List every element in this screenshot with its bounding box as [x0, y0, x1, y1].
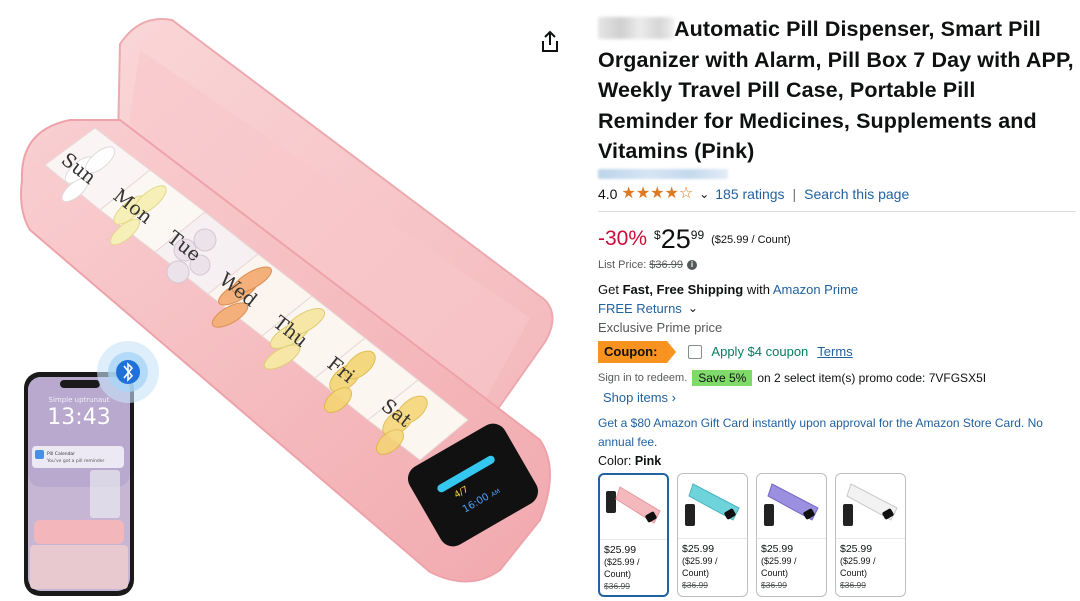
phone-notice-title: Pill Calendar — [47, 451, 75, 457]
exclusive-prime-price: Exclusive Prime price — [598, 319, 723, 335]
rating-row: 4.0 ★ ★ ★ ★ ☆ ⌄ 185 ratings | Search thi… — [598, 185, 1076, 203]
list-price: List Price: $36.99 i — [598, 259, 1076, 271]
store-link-blurred[interactable] — [598, 168, 728, 179]
phone-top-text: Simple uptrunaut — [49, 396, 110, 404]
color-selected-value: Pink — [634, 453, 662, 468]
list-price-value: $36.99 — [649, 258, 683, 271]
price-per-unit: ($25.99 / Count) — [711, 233, 791, 246]
returns-row[interactable]: FREE Returns ⌄ — [598, 301, 1076, 316]
price-whole: 25 — [660, 223, 691, 254]
swatch-list-price: $36.99 — [761, 579, 787, 590]
save-badge: Save 5% — [692, 369, 753, 386]
share-icon[interactable] — [539, 30, 561, 54]
chevron-down-icon[interactable]: ⌄ — [688, 301, 698, 315]
amazon-prime-link[interactable]: Amazon Prime — [773, 282, 858, 297]
swatch-purple[interactable]: $25.99 ($25.99 / Count) $36.99 — [756, 472, 827, 597]
product-title: Automatic Pill Dispenser, Smart Pill Org… — [598, 17, 1074, 163]
swatch-price: $25.99 — [840, 542, 873, 555]
star-icon: ★ — [635, 184, 651, 202]
brand-name-blurred — [598, 17, 674, 39]
price-symbol: $ — [654, 227, 661, 242]
swatch-list-price: $36.99 — [604, 580, 630, 591]
swatch-white[interactable]: $25.99 ($25.99 / Count) $36.99 — [835, 472, 906, 597]
signin-to-redeem[interactable]: Sign in to redeem. — [598, 372, 687, 384]
coupon-row: Coupon: Apply $4 coupon Terms — [598, 340, 1076, 363]
pill-dispenser-illustration: Sun Mon Tue Wed Thu Fri Sat 4/7 16:00 AM — [20, 18, 554, 596]
list-price-label: List Price: — [598, 258, 647, 271]
apply-coupon-label[interactable]: Apply $4 coupon — [711, 344, 808, 359]
swatch-price: $25.99 — [604, 543, 637, 556]
shipping-with: with — [746, 281, 770, 297]
star-icon: ★ — [664, 184, 679, 202]
star-icon: ★ — [621, 184, 636, 202]
discount-percent: -30% — [598, 226, 648, 250]
swatch-thumbnail — [678, 474, 747, 539]
free-returns-link[interactable]: FREE Returns — [598, 301, 682, 316]
color-label: Color: Pink — [598, 454, 1076, 468]
gift-card-offer[interactable]: Get a $80 Amazon Gift Card instantly upo… — [598, 414, 1076, 452]
info-icon[interactable]: i — [686, 259, 697, 270]
coupon-terms-link[interactable]: Terms — [817, 344, 852, 359]
search-page-link[interactable]: Search this page — [804, 186, 909, 202]
price-fraction: 99 — [690, 227, 705, 242]
divider: | — [792, 185, 797, 202]
chevron-down-icon[interactable]: ⌄ — [699, 187, 709, 201]
swatch-thumbnail — [757, 474, 826, 539]
divider — [598, 210, 1076, 212]
shipping-info: Get Fast, Free Shipping with Amazon Prim… — [598, 282, 1076, 297]
swatch-unit: ($25.99 / Count) — [604, 556, 640, 579]
shipping-fast: Fast, Free Shipping — [622, 281, 744, 297]
shipping-get: Get — [598, 281, 619, 297]
swatch-unit: ($25.99 / Count) — [761, 555, 797, 578]
coupon-checkbox[interactable] — [688, 344, 703, 359]
phone-notice-body: You've got a pill reminder — [46, 458, 105, 464]
swatch-price: $25.99 — [682, 542, 715, 555]
price-row: -30% $ 25 99 ($25.99 / Count) — [598, 223, 1076, 254]
swatch-blue[interactable]: $25.99 ($25.99 / Count) $36.99 — [677, 472, 748, 597]
swatch-list-price: $36.99 — [840, 579, 866, 590]
swatch-pink[interactable]: $25.99 ($25.99 / Count) $36.99 — [598, 472, 669, 597]
promo-code-text: on 2 select item(s) promo code: 7VFGSX5I — [757, 370, 987, 385]
promo-row: Sign in to redeem. Save 5% on 2 select i… — [598, 369, 1076, 386]
shop-items-link[interactable]: Shop items › — [603, 390, 1076, 405]
phone-clock: 13:43 — [47, 405, 110, 430]
current-price: $ 25 99 — [654, 223, 705, 254]
swatch-thumbnail — [836, 474, 905, 539]
swatch-unit: ($25.99 / Count) — [682, 555, 718, 578]
swatch-thumbnail — [600, 475, 667, 540]
phone-mockup: Simple uptrunaut 13:43 Pill Calendar You… — [24, 341, 159, 596]
swatch-list-price: $36.99 — [682, 579, 708, 590]
rating-value: 4.0 — [598, 185, 618, 202]
swatch-price: $25.99 — [761, 542, 794, 555]
color-label-text: Color: — [598, 453, 632, 468]
coupon-badge: Coupon: — [598, 340, 677, 363]
star-icon: ★ — [650, 184, 665, 202]
swatch-unit: ($25.99 / Count) — [840, 555, 876, 578]
color-swatches: $25.99 ($25.99 / Count) $36.99 $25.99 ($… — [598, 472, 1076, 597]
star-empty-icon: ☆ — [678, 184, 694, 202]
product-details: Automatic Pill Dispenser, Smart Pill Org… — [598, 14, 1076, 597]
star-rating[interactable]: ★ ★ ★ ★ ☆ — [621, 184, 694, 202]
ratings-count-link[interactable]: 185 ratings — [715, 186, 784, 202]
product-image[interactable]: Sun Mon Tue Wed Thu Fri Sat 4/7 16:00 AM — [0, 0, 590, 601]
